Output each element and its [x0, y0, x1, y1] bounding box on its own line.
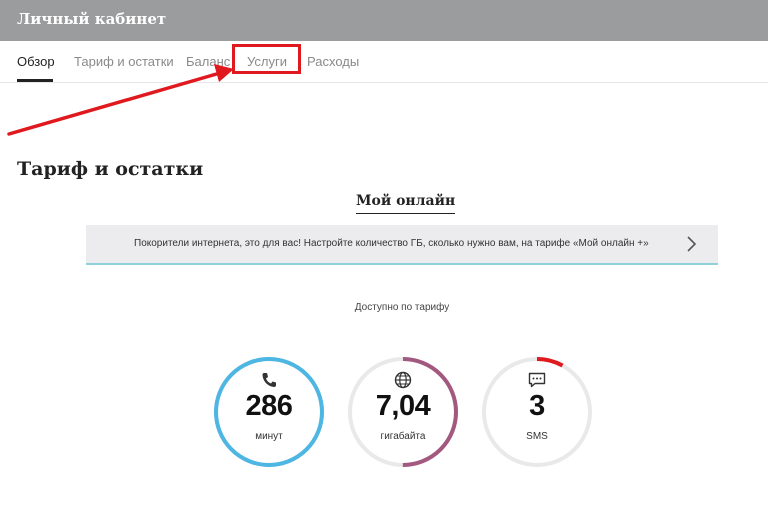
sms-value: 3: [529, 390, 545, 422]
internet-gauge[interactable]: 7,04 гигабайта: [347, 356, 459, 468]
sms-unit: SMS: [526, 431, 548, 442]
globe-icon: [394, 371, 412, 389]
message-icon: [528, 372, 546, 388]
tariff-name: Мой онлайн: [356, 193, 456, 214]
promo-text: Покорители интернета, это для вас! Настр…: [134, 238, 649, 249]
sms-gauge[interactable]: 3 SMS: [481, 356, 593, 468]
section-title: Тариф и остатки: [17, 158, 204, 180]
internet-value: 7,04: [375, 390, 431, 422]
minutes-gauge[interactable]: 286 минут: [213, 356, 325, 468]
phone-icon: [262, 373, 276, 387]
available-label: Доступно по тарифу: [354, 302, 450, 313]
minutes-unit: минут: [255, 431, 283, 442]
minutes-value: 286: [245, 390, 293, 422]
chevron-right-icon: [687, 236, 697, 252]
promo-banner[interactable]: Покорители интернета, это для вас! Настр…: [86, 225, 718, 265]
internet-unit: гигабайта: [380, 431, 426, 442]
